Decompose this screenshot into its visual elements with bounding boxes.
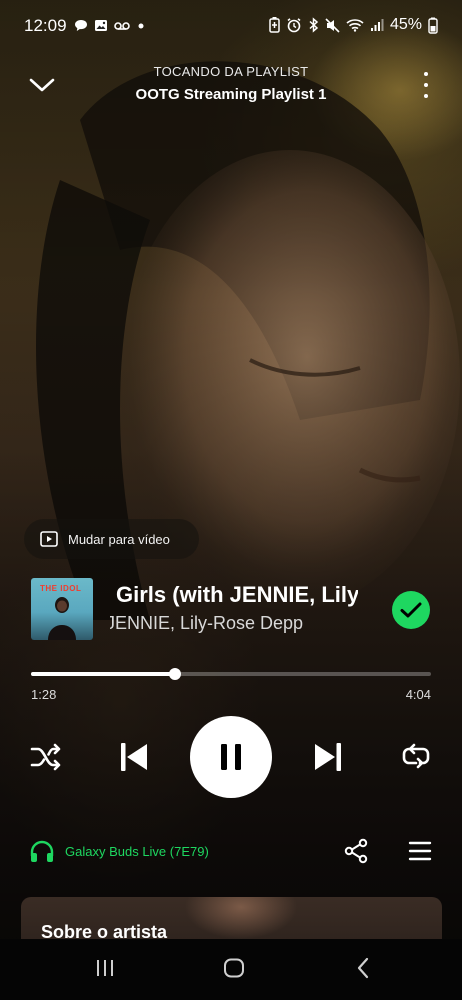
- battery-icon: [428, 17, 438, 34]
- battery-saver-icon: [269, 17, 280, 33]
- connect-device-button[interactable]: Galaxy Buds Live (7E79): [29, 838, 209, 864]
- track-title[interactable]: Girls (with JENNIE, Lily-Rose Depp): [116, 582, 358, 608]
- track-artist-marquee: JENNIE, Lily-Rose Depp: [110, 613, 356, 637]
- status-right: 45%: [269, 16, 438, 34]
- recent-apps-icon[interactable]: [95, 959, 115, 977]
- repeat-button[interactable]: [398, 741, 434, 773]
- elapsed-time: 1:28: [31, 687, 57, 702]
- switch-to-video-label: Mudar para vídeo: [68, 531, 170, 547]
- shuffle-button[interactable]: [28, 741, 64, 773]
- progress-bar[interactable]: [31, 668, 431, 680]
- album-cover[interactable]: THE IDOL: [31, 578, 93, 640]
- signal-icon: [370, 19, 384, 31]
- queue-icon[interactable]: [408, 840, 432, 862]
- device-name: Galaxy Buds Live (7E79): [65, 843, 209, 859]
- more-options-icon[interactable]: [422, 72, 430, 98]
- player-header: TOCANDO DA PLAYLIST OOTG Streaming Playl…: [80, 64, 382, 104]
- dot-icon: [138, 23, 144, 28]
- playlist-name[interactable]: OOTG Streaming Playlist 1: [80, 86, 382, 104]
- system-nav-bar: [0, 939, 462, 1000]
- now-playing-screen: 12:09 45% TOCANDO DA PLAYLIST OOTG Strea…: [0, 0, 462, 1000]
- switch-to-video-button[interactable]: Mudar para vídeo: [24, 519, 199, 559]
- home-icon[interactable]: [223, 958, 245, 978]
- wifi-icon: [346, 19, 364, 32]
- pause-icon: [221, 744, 241, 770]
- shuffle-icon: [30, 743, 61, 771]
- back-icon[interactable]: [356, 957, 370, 979]
- cover-figure: [48, 597, 76, 640]
- image-icon: [95, 20, 107, 31]
- check-icon: [400, 602, 422, 618]
- bluetooth-icon: [309, 17, 319, 33]
- cover-title: THE IDOL: [40, 584, 82, 593]
- saved-check-button[interactable]: [392, 591, 430, 629]
- collapse-chevron-icon[interactable]: [28, 74, 56, 96]
- next-button[interactable]: [310, 739, 346, 775]
- previous-button[interactable]: [116, 739, 152, 775]
- notification-icons: [74, 19, 146, 32]
- playing-from-label: TOCANDO DA PLAYLIST: [153, 64, 309, 79]
- skip-previous-icon: [121, 743, 147, 771]
- total-duration: 4:04: [405, 687, 431, 702]
- video-play-icon: [40, 531, 58, 547]
- voicemail-icon: [114, 21, 130, 30]
- status-time: 12:09: [24, 16, 67, 35]
- battery-percent: 45%: [389, 16, 422, 33]
- share-icon[interactable]: [343, 838, 369, 864]
- track-title-marquee: Girls (with JENNIE, Lily-Rose Depp): [112, 582, 358, 612]
- status-bar: 12:09 45%: [0, 0, 462, 50]
- mute-icon: [325, 17, 340, 33]
- track-artists[interactable]: JENNIE, Lily-Rose Depp: [110, 613, 356, 634]
- skip-next-icon: [315, 743, 341, 771]
- progress-fill: [31, 672, 176, 676]
- headphones-icon: [30, 840, 54, 862]
- chat-icon: [75, 20, 87, 31]
- alarm-icon: [287, 18, 301, 33]
- pause-button[interactable]: [190, 716, 272, 798]
- repeat-icon: [402, 743, 430, 769]
